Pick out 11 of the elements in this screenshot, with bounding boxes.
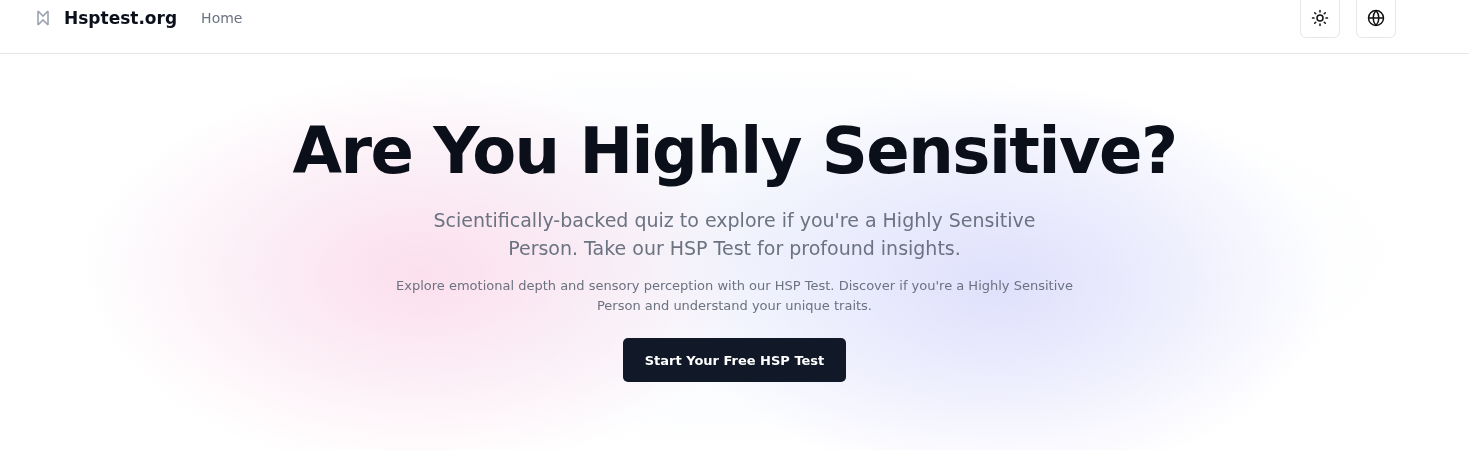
language-button[interactable]: [1356, 0, 1396, 38]
sun-icon: [1311, 9, 1329, 27]
hero-title: Are You Highly Sensitive?: [292, 116, 1177, 187]
site-logo[interactable]: Hsptest.org: [64, 8, 178, 28]
hero-subtitle: Scientifically-backed quiz to explore if you're a Highly Sensitive Person. Take our HSP Test for profound insights.: [432, 208, 1037, 262]
theme-toggle-button[interactable]: [1300, 0, 1340, 38]
hero-description: Explore emotional depth and sensory perception with our HSP Test. Discover if you're a Highly Sensitive Person and understand your unique traits.: [395, 277, 1074, 316]
globe-icon: [1367, 9, 1385, 27]
nav-link[interactable]: Home: [201, 0, 243, 36]
start-test-button[interactable]: Start Your Free HSP Test: [622, 338, 847, 383]
logo-icon: [36, 10, 50, 26]
